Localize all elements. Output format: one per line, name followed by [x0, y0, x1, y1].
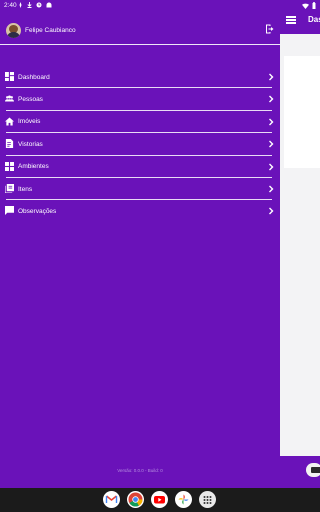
avatar: [6, 22, 21, 38]
chrome-icon[interactable]: [127, 491, 144, 508]
chevron-right-icon: [269, 163, 274, 171]
menu-item-vistorias[interactable]: Vistorias: [0, 133, 280, 156]
page-title: Das: [308, 15, 320, 24]
menu-item-label: Ambientes: [18, 163, 49, 171]
inspection-icon: [5, 139, 14, 149]
youtube-icon[interactable]: [151, 491, 168, 508]
header-divider: [0, 44, 280, 45]
taskbar: [0, 488, 320, 512]
chevron-right-icon: [269, 207, 274, 215]
status-time: 2:40: [4, 2, 17, 9]
menu-item-label: Itens: [18, 185, 33, 193]
photos-icon[interactable]: [175, 491, 192, 508]
profile-header: Felipe Caubianco: [6, 20, 76, 40]
menu-item-imoveis[interactable]: Imóveis: [0, 111, 280, 134]
hamburger-menu-icon[interactable]: [286, 16, 296, 24]
menu-item-label: Pessoas: [18, 96, 43, 104]
floating-action-button[interactable]: [306, 463, 320, 477]
grid-icon: [5, 161, 14, 171]
menu-item-label: Imóveis: [18, 118, 41, 126]
menu-item-itens[interactable]: Itens: [0, 178, 280, 201]
menu-item-dashboard[interactable]: Dashboard: [0, 66, 280, 89]
menu-item-label: Observações: [18, 208, 57, 216]
navigation-drawer: Felipe Caubianco Dashboard Pessoas Imóve…: [0, 0, 280, 488]
status-icons: [18, 2, 52, 8]
chevron-right-icon: [269, 118, 274, 126]
logout-icon[interactable]: [264, 23, 276, 35]
user-name: Felipe Caubianco: [25, 26, 76, 34]
people-icon: [5, 95, 14, 102]
dashboard-icon: [5, 72, 14, 81]
notification-icon: [19, 2, 22, 8]
taskbar-apps: [103, 491, 216, 508]
dashboard-card: [284, 56, 320, 168]
battery-icon: [312, 2, 316, 9]
home-icon: [5, 117, 14, 126]
chevron-right-icon: [269, 95, 274, 103]
menu-item-ambientes[interactable]: Ambientes: [0, 156, 280, 178]
wifi-icon: [302, 3, 309, 9]
drawer-menu: Dashboard Pessoas Imóveis Vistorias Ambi…: [0, 66, 280, 223]
app-drawer-icon[interactable]: [199, 491, 216, 508]
sync-icon: [36, 2, 42, 8]
version-label: Versão: 0.0.0 - Build: 0: [117, 468, 163, 473]
chevron-right-icon: [269, 73, 274, 81]
content-area: [280, 34, 320, 456]
fab-icon: [311, 467, 320, 473]
download-icon: [27, 2, 32, 8]
menu-item-pessoas[interactable]: Pessoas: [0, 88, 280, 111]
chevron-right-icon: [269, 140, 274, 148]
menu-item-label: Vistorias: [18, 140, 43, 148]
gmail-icon[interactable]: [103, 491, 120, 508]
status-bar: 2:40: [0, 0, 320, 12]
underlying-app: Das: [280, 0, 320, 488]
menu-item-observacoes[interactable]: Observações: [0, 200, 280, 222]
comment-icon: [5, 206, 14, 216]
android-icon: [46, 2, 52, 8]
items-icon: [5, 183, 14, 193]
chevron-right-icon: [269, 185, 274, 193]
status-right: [302, 2, 316, 9]
menu-item-label: Dashboard: [18, 73, 50, 81]
